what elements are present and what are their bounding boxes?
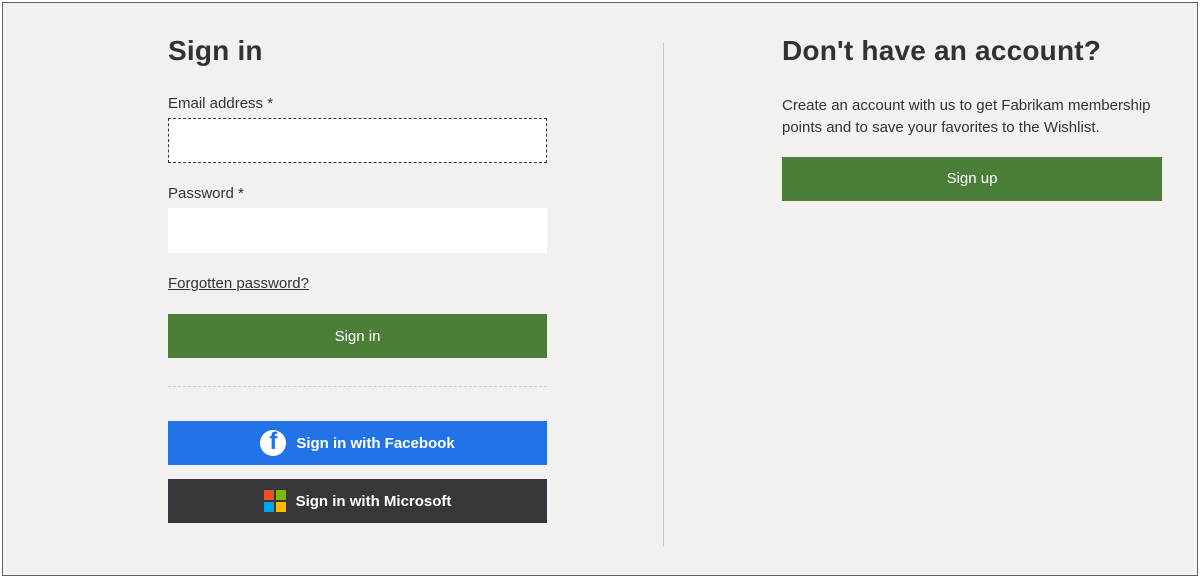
sign-in-button-label: Sign in	[335, 328, 381, 345]
password-label: Password *	[168, 185, 547, 202]
sign-in-button[interactable]: Sign in	[168, 314, 547, 358]
sign-up-description: Create an account with us to get Fabrika…	[782, 95, 1162, 139]
password-field-block: Password *	[168, 185, 547, 253]
auth-page: Sign in Email address * Password * Forgo…	[2, 2, 1198, 576]
social-divider	[168, 386, 547, 387]
sign-up-button[interactable]: Sign up	[782, 157, 1162, 201]
sign-up-button-label: Sign up	[947, 170, 998, 187]
sign-up-heading: Don't have an account?	[782, 35, 1162, 67]
email-field-block: Email address *	[168, 95, 547, 163]
facebook-sign-in-button[interactable]: Sign in with Facebook	[168, 421, 547, 465]
column-divider	[663, 43, 664, 547]
sign-up-panel: Don't have an account? Create an account…	[662, 35, 1197, 523]
password-input[interactable]	[168, 208, 547, 253]
sign-in-panel: Sign in Email address * Password * Forgo…	[3, 35, 662, 523]
sign-in-heading: Sign in	[168, 35, 547, 67]
microsoft-sign-in-button[interactable]: Sign in with Microsoft	[168, 479, 547, 523]
email-input[interactable]	[168, 118, 547, 163]
columns: Sign in Email address * Password * Forgo…	[3, 3, 1197, 523]
microsoft-button-label: Sign in with Microsoft	[296, 493, 452, 510]
facebook-button-label: Sign in with Facebook	[296, 435, 454, 452]
microsoft-icon	[264, 490, 286, 512]
email-label: Email address *	[168, 95, 547, 112]
facebook-icon	[260, 430, 286, 456]
forgot-password-link[interactable]: Forgotten password?	[168, 275, 309, 292]
